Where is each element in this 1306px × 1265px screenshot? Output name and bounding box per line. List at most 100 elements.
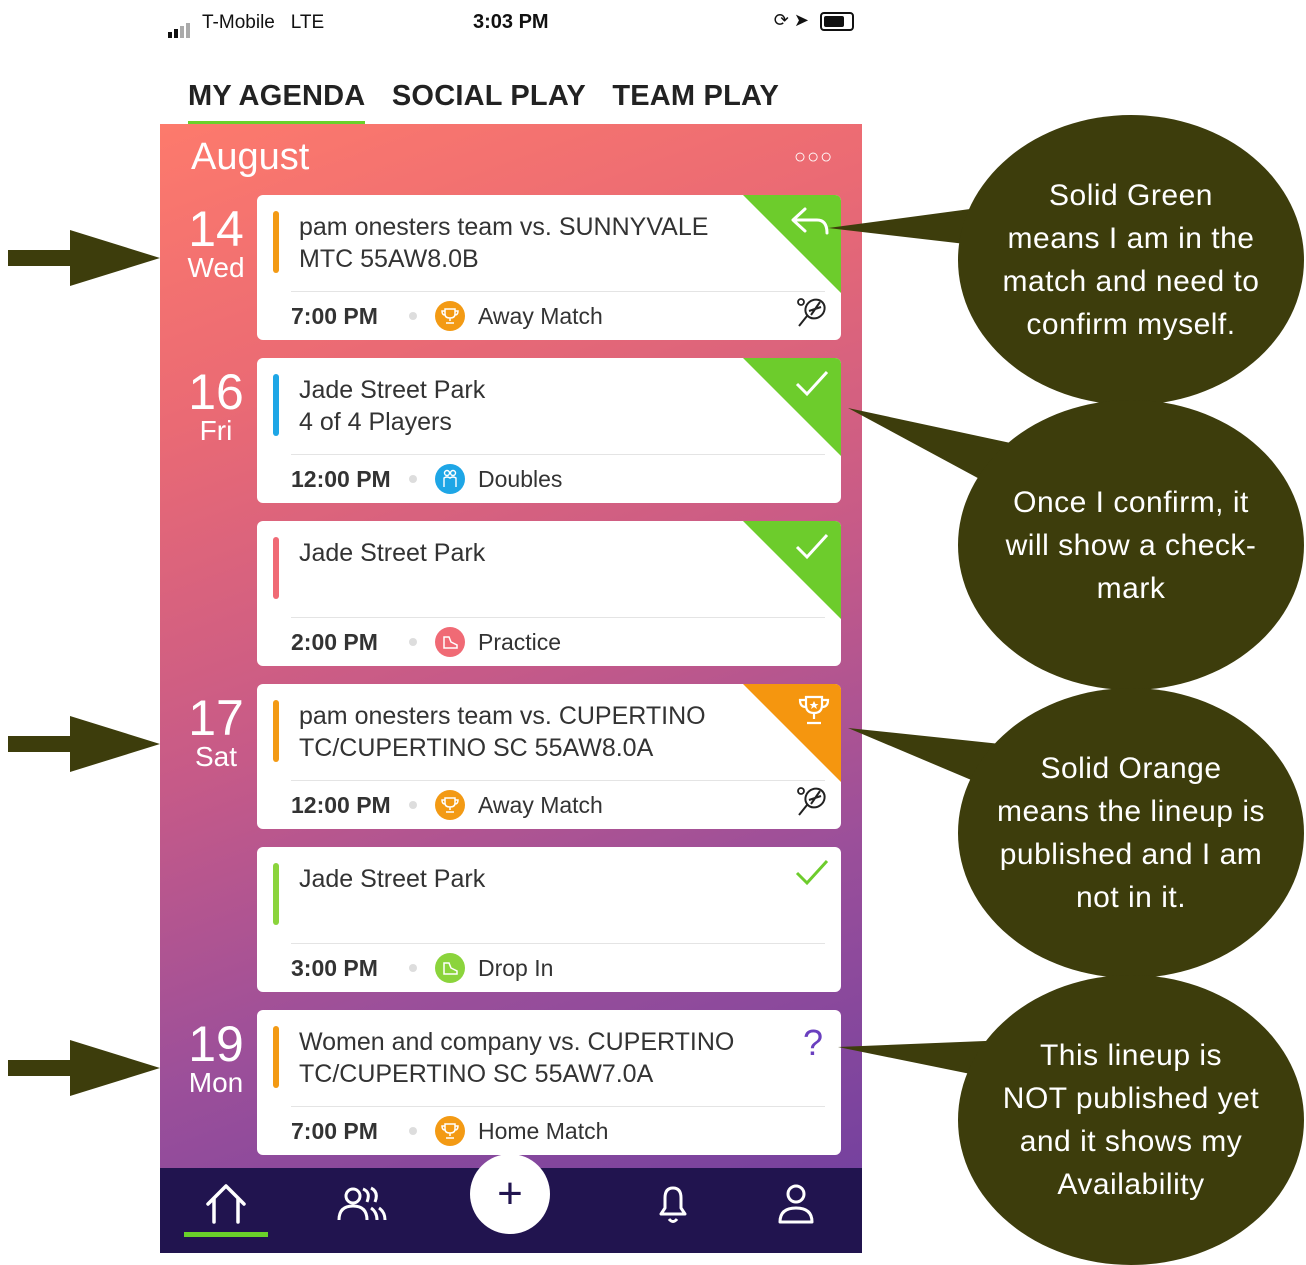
carrier-label: T-Mobile [202, 12, 275, 33]
event-title: pam onesters team vs. CUPERTINO [299, 702, 706, 730]
event-title: Jade Street Park [299, 376, 486, 404]
checkmark-icon [795, 533, 829, 560]
separator-dot [409, 638, 417, 646]
separator-dot [409, 312, 417, 320]
event-time: 7:00 PM [291, 1117, 378, 1144]
battery-icon [820, 11, 854, 31]
event-subtitle: 4 of 4 Players [299, 408, 452, 436]
annotation-bubble: Solid Green means I am in the match and … [958, 115, 1304, 405]
divider [291, 617, 825, 618]
day-label: 14 Wed [186, 204, 246, 282]
shoe-icon [435, 627, 465, 657]
tab-team-play[interactable]: TEAM PLAY [612, 80, 779, 121]
divider [291, 943, 825, 944]
day-number: 17 [188, 690, 244, 746]
event-time: 12:00 PM [291, 791, 391, 818]
event-time: 3:00 PM [291, 954, 378, 981]
checkmark-icon [795, 859, 829, 886]
reply-icon[interactable] [789, 205, 831, 237]
annotation-bubble: This lineup is NOT published yet and it … [958, 975, 1304, 1265]
event-color-bar [273, 1026, 279, 1088]
tab-my-agenda[interactable]: MY AGENDA [188, 80, 366, 126]
event-subtitle: TC/CUPERTINO SC 55AW8.0A [299, 734, 654, 762]
divider [291, 1106, 825, 1107]
event-type: Drop In [478, 954, 554, 981]
divider [291, 291, 825, 292]
top-tabs: MY AGENDA SOCIAL PLAY TEAM PLAY [188, 80, 801, 126]
agenda-panel: August ○○○ 14 Wed 16 Fri 17 Sat 19 Mon p… [160, 124, 862, 1253]
status-bar: T-Mobile LTE 3:03 PM ⟳ ➤ [168, 8, 858, 38]
separator-dot [409, 1127, 417, 1135]
clock: 3:03 PM [473, 11, 549, 33]
divider [291, 454, 825, 455]
day-number: 19 [188, 1016, 244, 1072]
day-label: 17 Sat [186, 693, 246, 771]
day-weekday: Fri [199, 415, 233, 446]
day-number: 14 [188, 201, 244, 257]
question-icon[interactable]: ? [803, 1022, 823, 1064]
event-title: Jade Street Park [299, 865, 486, 893]
event-card-away-match-cupertino[interactable]: pam onesters team vs. CUPERTINO TC/CUPER… [257, 684, 841, 829]
shoe-icon [435, 953, 465, 983]
day-label: 16 Fri [186, 367, 246, 445]
event-type: Practice [478, 628, 562, 655]
bell-icon[interactable] [633, 1174, 713, 1234]
event-type: Home Match [478, 1117, 609, 1144]
more-dots-icon[interactable]: ○○○ [794, 146, 833, 169]
event-type: Doubles [478, 465, 563, 492]
separator-dot [409, 964, 417, 972]
profile-icon[interactable] [756, 1174, 836, 1234]
trophy-icon [435, 790, 465, 820]
day-weekday: Mon [188, 1067, 244, 1098]
event-card-drop-in[interactable]: Jade Street Park 3:00 PM Drop In [257, 847, 841, 992]
day-weekday: Sat [194, 741, 238, 772]
event-color-bar [273, 211, 279, 273]
event-card-doubles[interactable]: Jade Street Park 4 of 4 Players 12:00 PM… [257, 358, 841, 503]
event-color-bar [273, 537, 279, 599]
racket-icon [797, 787, 826, 816]
day-label: 19 Mon [186, 1019, 246, 1097]
event-subtitle: TC/CUPERTINO SC 55AW7.0A [299, 1060, 654, 1088]
doubles-players-icon [435, 464, 465, 494]
location-icon: ➤ [793, 10, 809, 30]
home-icon[interactable] [186, 1174, 266, 1234]
trophy-icon [435, 1116, 465, 1146]
event-title: Jade Street Park [299, 539, 486, 567]
trophy-icon [435, 301, 465, 331]
event-time: 2:00 PM [291, 628, 378, 655]
event-title: Women and company vs. CUPERTINO [299, 1028, 735, 1056]
arrow-right-icon [8, 716, 160, 772]
signal-strength-icon [168, 16, 192, 38]
day-number: 16 [188, 364, 244, 420]
event-time: 12:00 PM [291, 465, 391, 492]
annotation-bubble: Once I confirm, it will show a check- ma… [958, 400, 1304, 690]
event-color-bar [273, 374, 279, 436]
racket-icon [797, 298, 826, 327]
event-subtitle: MTC 55AW8.0B [299, 245, 479, 273]
separator-dot [409, 475, 417, 483]
checkmark-icon [795, 370, 829, 397]
event-time: 7:00 PM [291, 302, 378, 329]
event-color-bar [273, 700, 279, 762]
event-card-home-match[interactable]: Women and company vs. CUPERTINO TC/CUPER… [257, 1010, 841, 1155]
event-type: Away Match [478, 791, 603, 818]
month-heading: August [191, 136, 310, 178]
event-card-away-match-sunnyvale[interactable]: pam onesters team vs. SUNNYVALE MTC 55AW… [257, 195, 841, 340]
day-weekday: Wed [187, 252, 245, 283]
event-type: Away Match [478, 302, 603, 329]
network-label: LTE [290, 12, 325, 33]
arrow-right-icon [8, 1040, 160, 1096]
tab-social-play[interactable]: SOCIAL PLAY [392, 80, 586, 121]
rotation-lock-icon: ⟳ [773, 10, 789, 30]
event-color-bar [273, 863, 279, 925]
divider [291, 780, 825, 781]
event-card-practice[interactable]: Jade Street Park 2:00 PM Practice [257, 521, 841, 666]
annotation-bubble: Solid Orange means the lineup is publish… [958, 688, 1304, 978]
separator-dot [409, 801, 417, 809]
arrow-right-icon [8, 230, 160, 286]
active-tab-indicator [184, 1232, 268, 1237]
trophy-icon [798, 695, 830, 725]
groups-icon[interactable] [320, 1174, 400, 1234]
event-title: pam onesters team vs. SUNNYVALE [299, 213, 709, 241]
add-button[interactable]: + [470, 1154, 550, 1234]
